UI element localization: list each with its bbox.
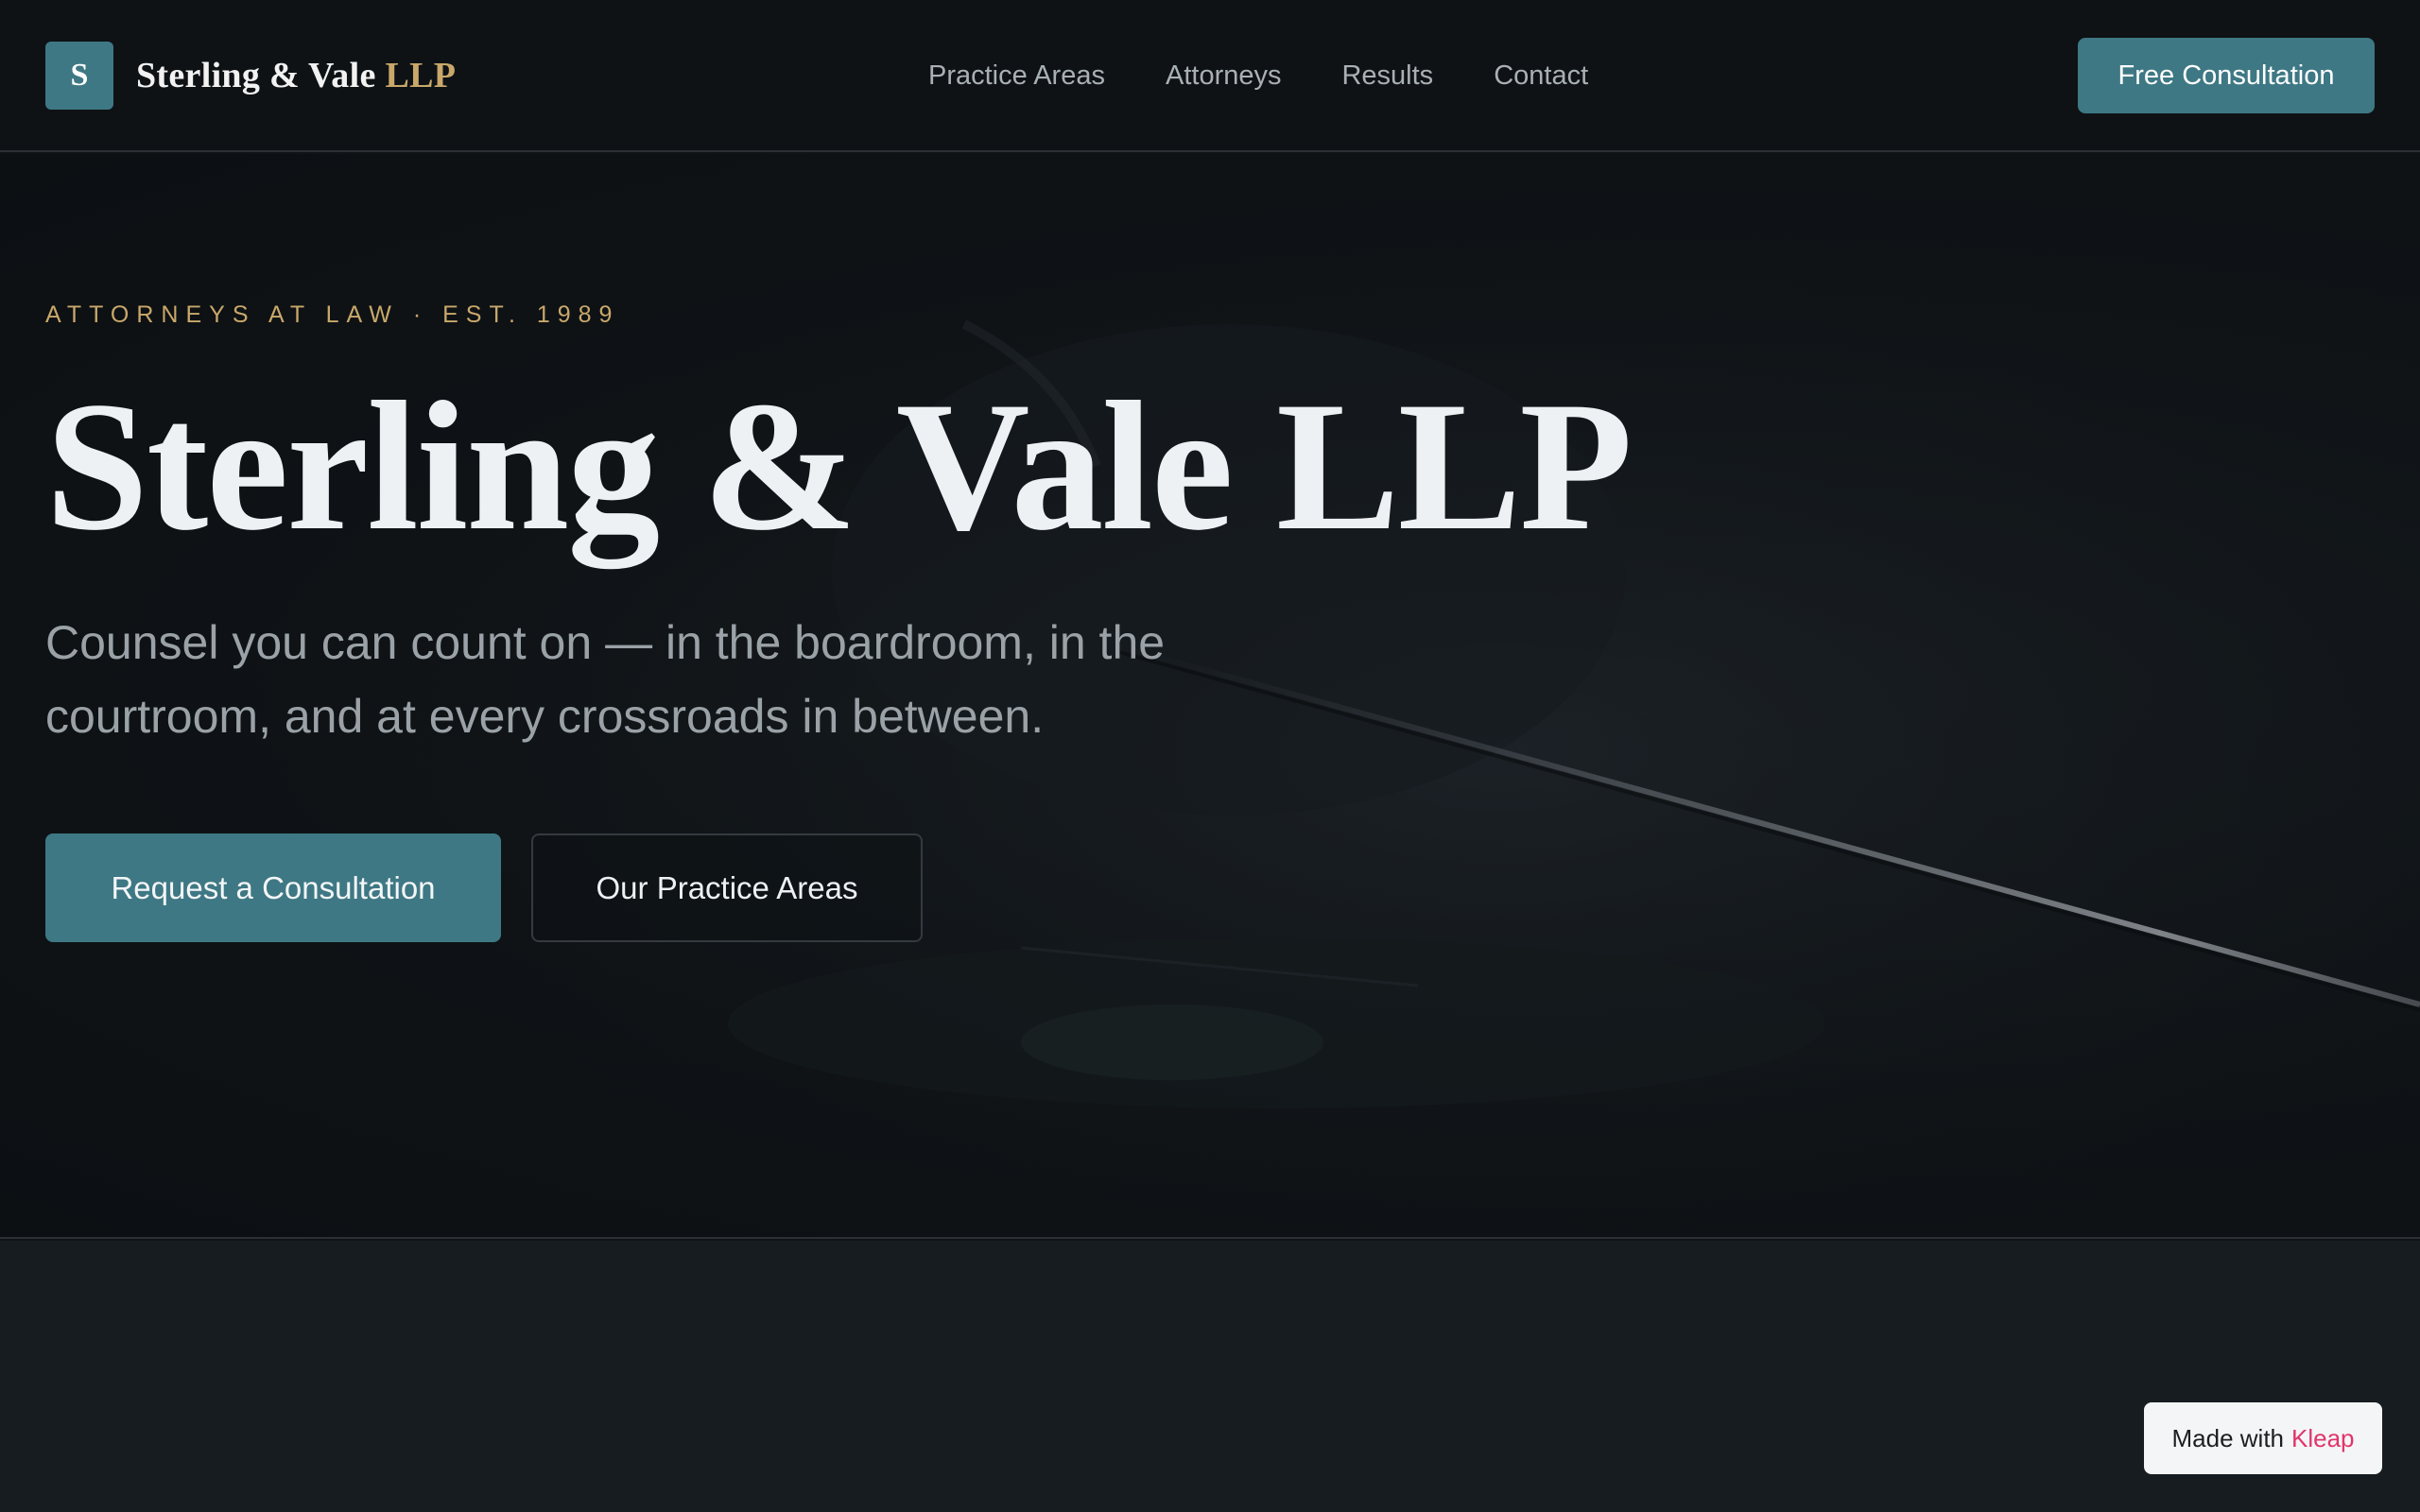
site-header: S Sterling & Vale LLP Practice Areas Att… [0,0,2420,152]
hero-title: Sterling & Vale LLP [45,364,1633,569]
brand-suffix: LLP [385,55,457,95]
brand-name[interactable]: Sterling & Vale LLP [136,55,456,96]
logo-letter: S [70,57,89,93]
hero-section: ATTORNEYS AT LAW · EST. 1989 Sterling & … [0,154,2420,1239]
page: S Sterling & Vale LLP Practice Areas Att… [0,0,2420,1512]
request-consultation-button[interactable]: Request a Consultation [45,833,501,942]
hero-eyebrow: ATTORNEYS AT LAW · EST. 1989 [45,301,620,328]
practice-areas-button[interactable]: Our Practice Areas [531,833,923,942]
logo-mark[interactable]: S [45,41,113,110]
made-with-kleap-badge[interactable]: Made with Kleap [2144,1402,2382,1474]
nav-results[interactable]: Results [1341,60,1433,92]
free-consultation-button[interactable]: Free Consultation [2078,38,2375,113]
badge-prefix: Made with [2171,1423,2285,1452]
main-nav: Practice Areas Attorneys Results Contact [928,0,1588,152]
nav-contact[interactable]: Contact [1494,60,1588,92]
nav-attorneys[interactable]: Attorneys [1166,60,1282,92]
next-section [0,1241,2420,1512]
brand-main: Sterling & Vale [136,55,376,95]
badge-brand: Kleap [2291,1423,2355,1452]
hero-subtitle: Counsel you can count on — in the boardr… [45,616,1166,743]
nav-practice-areas[interactable]: Practice Areas [928,60,1105,92]
